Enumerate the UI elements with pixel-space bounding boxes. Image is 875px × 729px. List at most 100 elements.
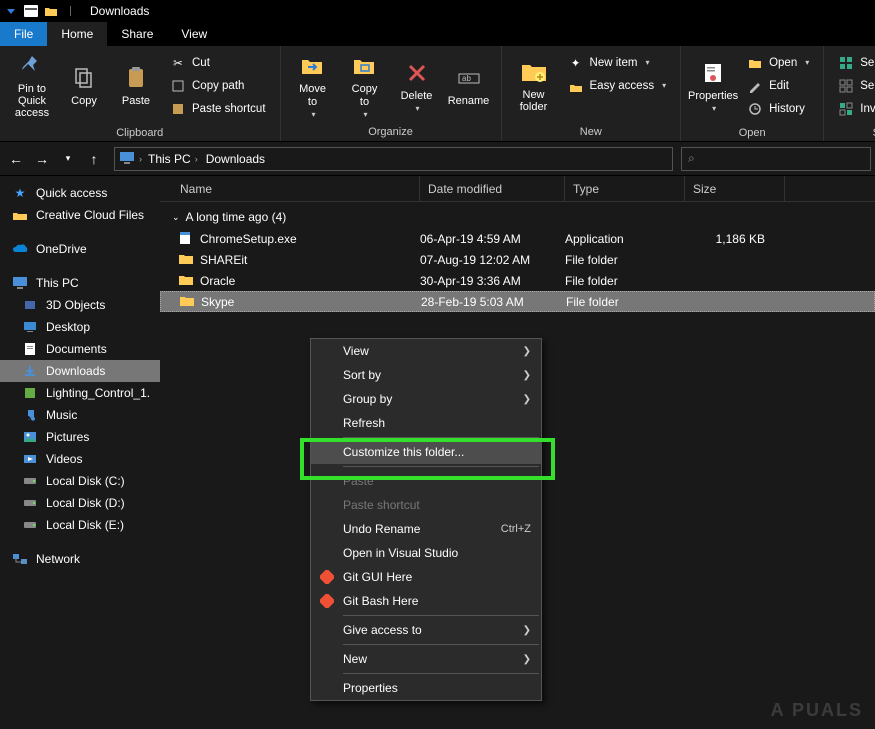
tab-view[interactable]: View [167, 22, 221, 46]
ctx-new[interactable]: New❯ [311, 647, 541, 671]
sidebar-item-desktop[interactable]: Desktop [0, 316, 160, 338]
paste-shortcut-button[interactable]: Paste shortcut [166, 98, 270, 119]
sidebar-item-icon [22, 473, 38, 489]
ctx-group-by[interactable]: Group by❯ [311, 387, 541, 411]
paste-button[interactable]: Paste [110, 50, 162, 120]
copy-path-icon [170, 78, 186, 94]
file-row[interactable]: Oracle30-Apr-19 3:36 AMFile folder [160, 270, 875, 291]
ribbon-group-open: Properties▾ Open▾ Edit History Open [681, 46, 824, 141]
chevron-right-icon: ❯ [523, 625, 531, 636]
sidebar-network[interactable]: Network [0, 548, 160, 570]
column-date[interactable]: Date modified [420, 176, 565, 201]
select-none-icon [838, 78, 854, 94]
file-icon [178, 231, 194, 247]
title-bar: Downloads [0, 0, 875, 22]
folder-icon [42, 2, 60, 20]
file-row[interactable]: SHAREit07-Aug-19 12:02 AMFile folder [160, 249, 875, 270]
ribbon-group-new: New folder ✦New item▾ Easy access▾ New [502, 46, 682, 141]
ctx-view[interactable]: View❯ [311, 339, 541, 363]
group-header[interactable]: ⌄A long time ago (4) [160, 202, 875, 228]
column-size[interactable]: Size [685, 176, 785, 201]
tab-share[interactable]: Share [107, 22, 167, 46]
search-input[interactable]: ⌕ [681, 147, 871, 171]
address-bar[interactable]: › This PC› Downloads [114, 147, 673, 171]
ctx-customize-folder[interactable]: Customize this folder... [311, 440, 541, 464]
ctx-undo-rename[interactable]: Undo RenameCtrl+Z [311, 517, 541, 541]
ctx-refresh[interactable]: Refresh [311, 411, 541, 435]
properties-button[interactable]: Properties▾ [687, 50, 739, 120]
sidebar-item-local-disk-c-[interactable]: Local Disk (C:) [0, 470, 160, 492]
delete-button[interactable]: Delete▾ [391, 50, 443, 120]
invert-selection-button[interactable]: Invert selection [834, 98, 875, 119]
ctx-separator [343, 437, 539, 438]
open-button[interactable]: Open▾ [743, 52, 813, 73]
sidebar-item-label: Music [46, 408, 77, 422]
sidebar-item-lighting-control-1-[interactable]: Lighting_Control_1. [0, 382, 160, 404]
sidebar-item-local-disk-e-[interactable]: Local Disk (E:) [0, 514, 160, 536]
ctx-paste: Paste [311, 469, 541, 493]
ctx-give-access[interactable]: Give access to❯ [311, 618, 541, 642]
back-button[interactable]: ← [4, 147, 28, 171]
navigation-pane: ★Quick access Creative Cloud Files OneDr… [0, 176, 160, 729]
breadcrumb-downloads[interactable]: Downloads [202, 152, 269, 166]
location-pc-icon [119, 151, 135, 167]
tab-file[interactable]: File [0, 22, 47, 46]
sidebar-item-documents[interactable]: Documents [0, 338, 160, 360]
ctx-git-bash[interactable]: Git Bash Here [311, 589, 541, 613]
rename-button[interactable]: ab Rename [443, 50, 495, 120]
file-row[interactable]: ChromeSetup.exe06-Apr-19 4:59 AMApplicat… [160, 228, 875, 249]
history-button[interactable]: History [743, 98, 813, 119]
easy-access-button[interactable]: Easy access▾ [564, 75, 671, 96]
sidebar-creative-cloud[interactable]: Creative Cloud Files [0, 204, 160, 226]
tab-home[interactable]: Home [47, 22, 107, 46]
sidebar-item-3d-objects[interactable]: 3D Objects [0, 294, 160, 316]
copy-button[interactable]: Copy [58, 50, 110, 120]
sidebar-item-pictures[interactable]: Pictures [0, 426, 160, 448]
down-arrow-icon[interactable] [2, 2, 20, 20]
file-row[interactable]: Skype28-Feb-19 5:03 AMFile folder [160, 291, 875, 312]
select-all-button[interactable]: Select all [834, 52, 875, 73]
copy-to-button[interactable]: Copy to▾ [339, 50, 391, 120]
sidebar-item-label: Local Disk (C:) [46, 474, 125, 488]
sidebar-item-music[interactable]: Music [0, 404, 160, 426]
context-menu: View❯ Sort by❯ Group by❯ Refresh Customi… [310, 338, 542, 701]
ctx-open-visual-studio[interactable]: Open in Visual Studio [311, 541, 541, 565]
cut-button[interactable]: ✂Cut [166, 52, 270, 73]
edit-button[interactable]: Edit [743, 75, 813, 96]
up-button[interactable]: ↑ [82, 147, 106, 171]
copy-path-button[interactable]: Copy path [166, 75, 270, 96]
cloud-folder-icon [12, 207, 28, 223]
history-icon [747, 101, 763, 117]
recent-locations-button[interactable]: ▾ [56, 147, 80, 171]
pin-icon [17, 51, 47, 81]
sidebar-quick-access[interactable]: ★Quick access [0, 182, 160, 204]
new-item-button[interactable]: ✦New item▾ [564, 52, 671, 73]
ribbon-tabs: File Home Share View [0, 22, 875, 46]
sidebar-item-local-disk-d-[interactable]: Local Disk (D:) [0, 492, 160, 514]
sidebar-item-downloads[interactable]: Downloads [0, 360, 160, 382]
forward-button[interactable]: → [30, 147, 54, 171]
sidebar-onedrive[interactable]: OneDrive [0, 238, 160, 260]
new-folder-button[interactable]: New folder [508, 50, 560, 120]
pc-icon [12, 275, 28, 291]
git-bash-icon [319, 593, 335, 609]
git-gui-icon [319, 569, 335, 585]
select-none-button[interactable]: Select none [834, 75, 875, 96]
pin-to-quick-access-button[interactable]: Pin to Quick access [6, 50, 58, 120]
file-name: Skype [201, 295, 234, 309]
ctx-properties[interactable]: Properties [311, 676, 541, 700]
sidebar-item-label: Videos [46, 452, 82, 466]
move-to-button[interactable]: Move to▾ [287, 50, 339, 120]
properties-icon [698, 58, 728, 88]
breadcrumb-this-pc[interactable]: This PC› [144, 152, 202, 166]
sidebar-item-videos[interactable]: Videos [0, 448, 160, 470]
file-type: File folder [566, 295, 686, 309]
chevron-right-icon: ❯ [523, 370, 531, 381]
column-type[interactable]: Type [565, 176, 685, 201]
sidebar-this-pc[interactable]: This PC [0, 272, 160, 294]
ctx-git-gui[interactable]: Git GUI Here [311, 565, 541, 589]
sidebar-item-icon [22, 363, 38, 379]
file-size: 1,186 KB [685, 232, 785, 246]
column-name[interactable]: Name [160, 176, 420, 201]
ctx-sort-by[interactable]: Sort by❯ [311, 363, 541, 387]
